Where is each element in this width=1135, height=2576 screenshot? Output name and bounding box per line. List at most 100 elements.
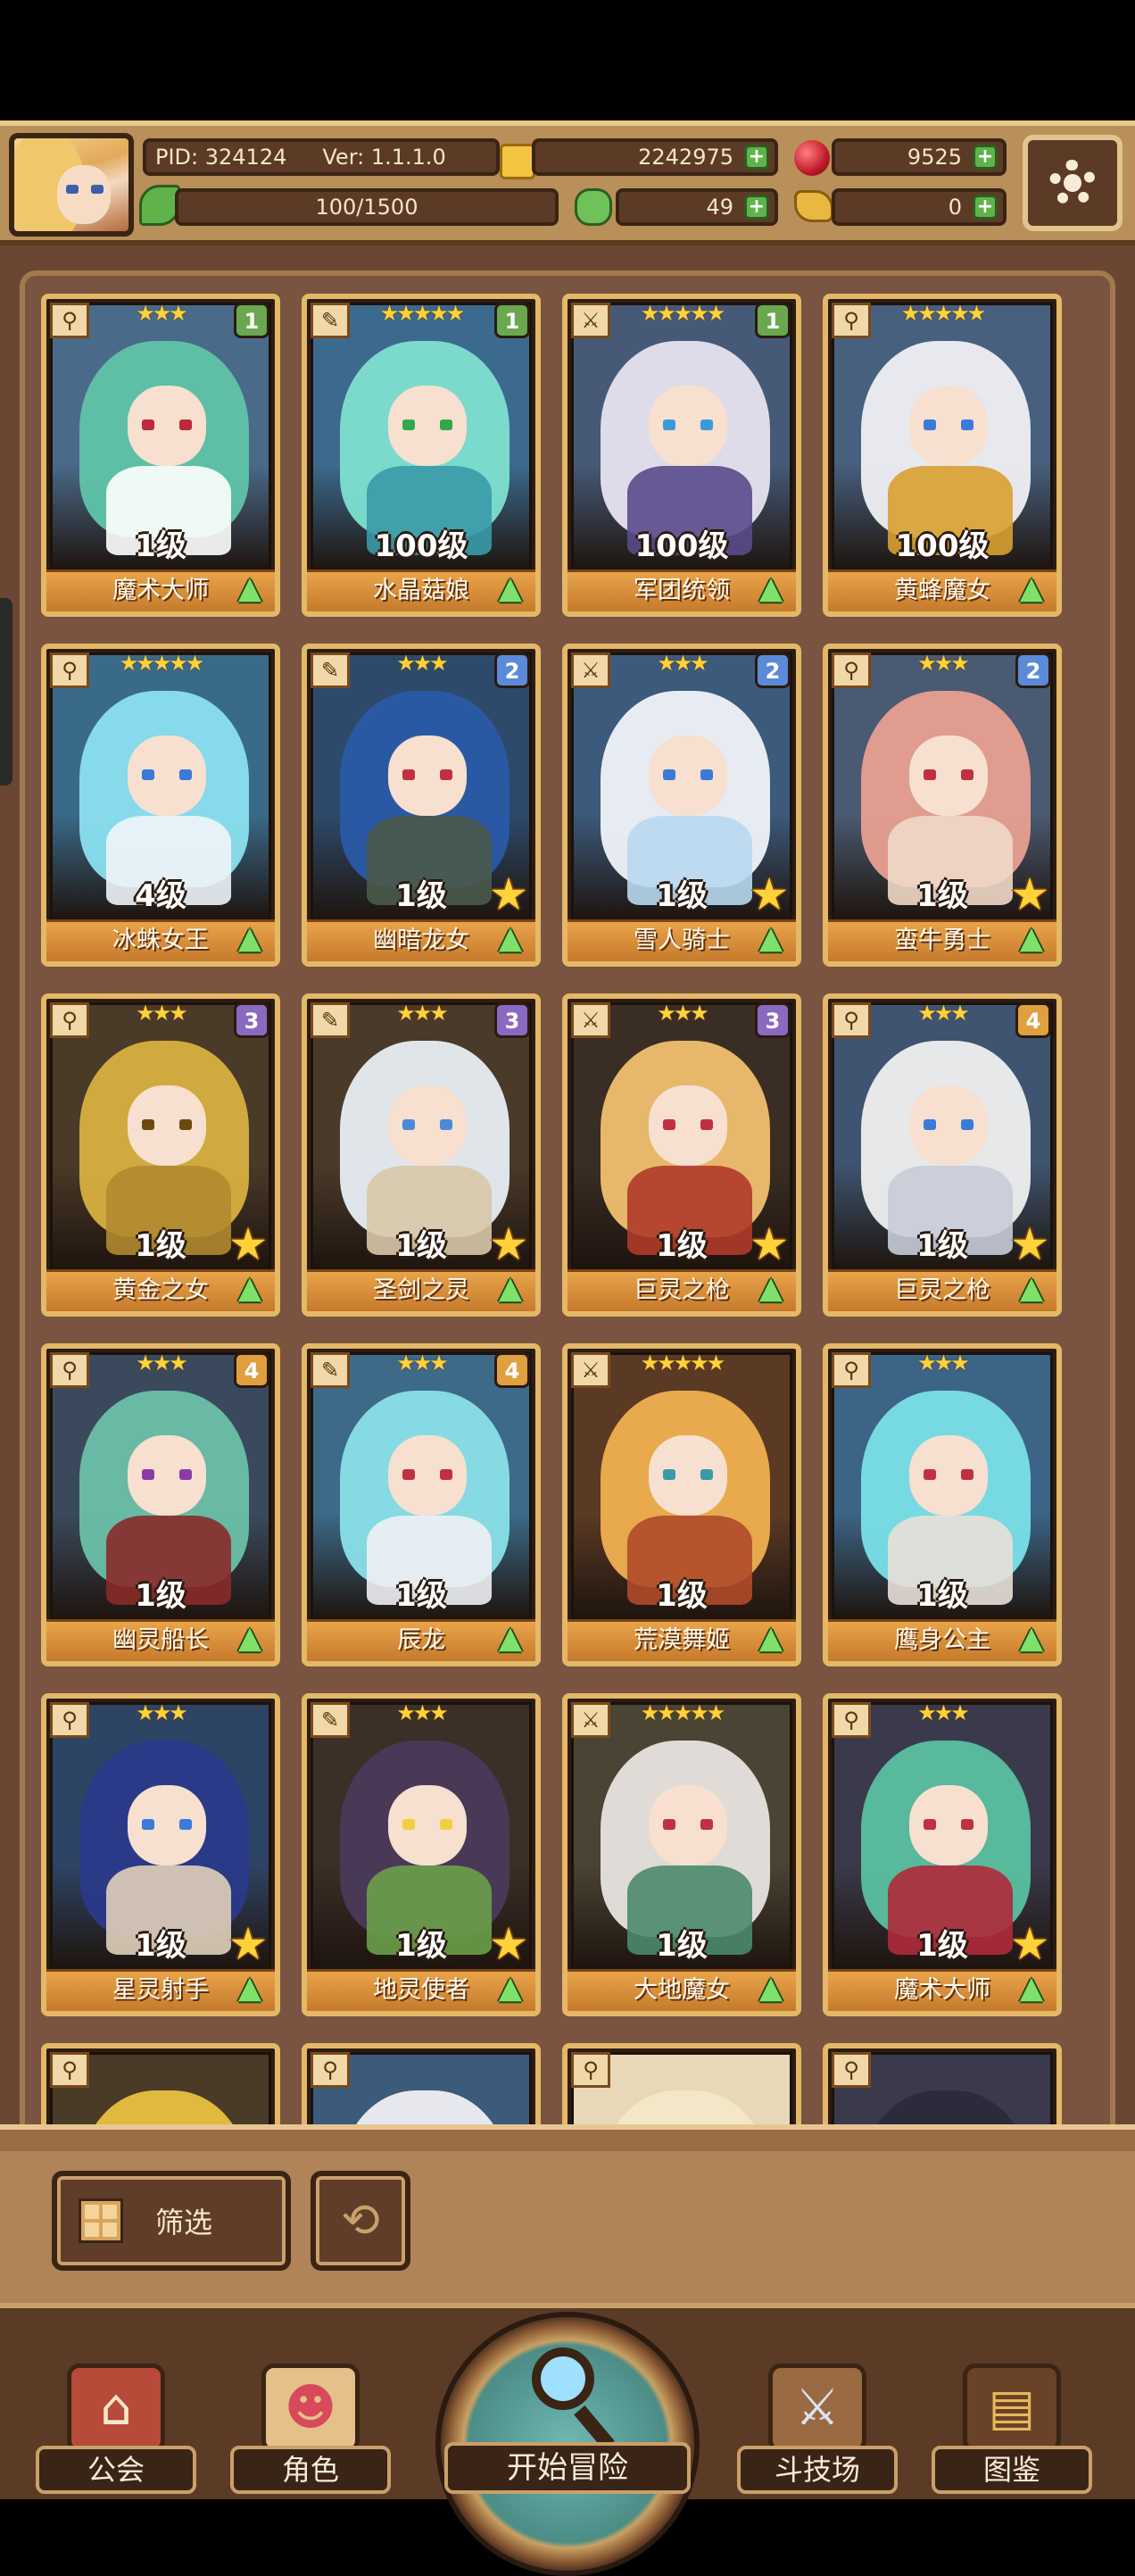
hero-card[interactable]: ✎ ★★★ ★ 1级 地灵使者 ▲ [302,1693,541,2016]
hero-card[interactable]: ⚲ ★★★ 3 ★ 1级 黄金之女 ▲ [41,993,280,1317]
hero-card[interactable]: ✎ ★★★ 2 ★ 1级 幽暗龙女 ▲ [302,644,541,967]
settings-button[interactable] [1023,135,1123,231]
upgrade-arrow-icon[interactable]: ▲ [230,570,269,610]
nav-arena[interactable]: ⚔ 斗技场 [737,2364,898,2494]
hero-card[interactable]: ⚲ ★★★ 1 1级 魔术大师 ▲ [41,294,280,617]
hero-card[interactable]: ⚲ ★★★ 4 1级 幽灵船长 ▲ [41,1343,280,1666]
refresh-button[interactable]: ⟲ [311,2171,410,2271]
upgrade-arrow-icon[interactable]: ▲ [1012,1970,1051,2009]
upgrade-arrow-icon[interactable]: ▲ [491,1970,530,2009]
crossed-swords-icon: ⚔ [768,2364,866,2453]
hero-level: 1级 [395,1578,447,1614]
upgrade-arrow-icon[interactable]: ▲ [230,1270,269,1309]
start-adventure-label: 开始冒险 [444,2442,691,2494]
hero-star-rating: ★★★ [136,1700,188,1725]
nav-heroes[interactable]: ☻ 角色 [230,2364,391,2494]
upgrade-arrow-icon[interactable]: ▲ [230,1970,269,2009]
hero-level: 1级 [916,1228,968,1264]
hero-card[interactable]: ⚔ ★★★ 3 ★ 1级 巨灵之枪 ▲ [562,993,801,1317]
game-version: Ver: 1.1.1.0 [322,145,446,170]
filter-button[interactable]: 筛选 [52,2171,291,2271]
hero-level: 1级 [395,1928,447,1964]
hero-star-rating: ★★★ [396,1700,449,1725]
nav-codex[interactable]: ▤ 图鉴 [932,2364,1092,2494]
grid-icon [79,2198,123,2243]
hero-level: 1级 [656,1578,708,1614]
add-key-button[interactable]: + [973,195,998,220]
player-avatar[interactable] [9,133,134,237]
hero-level: 1级 [135,1578,186,1614]
upgrade-arrow-icon[interactable]: ▲ [751,1620,791,1659]
magnifier-icon [532,2347,594,2410]
clover-amount: 49 [706,195,733,220]
hero-level: 1级 [656,1928,708,1964]
hero-card[interactable]: ⚲ ★★★ ★ 1级 星灵射手 ▲ [41,1693,280,2016]
rank-badge: 1 [494,303,530,338]
add-clover-button[interactable]: + [744,195,769,220]
upgrade-arrow-icon[interactable]: ▲ [491,920,530,960]
hero-level: 1级 [135,1228,186,1264]
start-adventure-button[interactable]: 开始冒险 [435,2312,700,2576]
upgrade-arrow-icon[interactable]: ▲ [230,920,269,960]
hero-grid: ⚲ ★★★ 1 1级 魔术大师 ▲ ✎ ★★★★★ 1 100级 水晶菇娘 ▲ ⚔ ★★★★★ 1 100级军… [20,270,1115,2366]
hero-card[interactable]: ⚔ ★★★★★ 1级 大地魔女 ▲ [562,1693,801,2016]
gear-icon [1049,160,1096,206]
upgrade-arrow-icon[interactable]: ▲ [751,570,791,610]
upgrade-arrow-icon[interactable]: ▲ [751,920,791,960]
hero-star-rating: ★★★ [917,1700,970,1725]
hero-card[interactable]: ⚲ ★★★ 4 ★ 1级 巨灵之枪 ▲ [823,993,1062,1317]
rank-badge: 1 [234,303,269,338]
hero-card[interactable]: ⚔ ★★★★★ 1级 荒漠舞姬 ▲ [562,1343,801,1666]
hero-card[interactable]: ⚲ ★★★ 1级 鹰身公主 ▲ [823,1343,1062,1666]
add-ruby-button[interactable]: + [973,145,998,170]
hero-level: 1级 [656,1228,708,1264]
hero-star-rating: ★★★★★ [640,1350,726,1375]
hero-star-rating: ★★★★★ [640,1700,726,1725]
key-amount: 0 [948,195,962,220]
upgrade-arrow-icon[interactable]: ▲ [1012,1270,1051,1309]
player-id: PID: 324124 [155,145,287,170]
upgrade-arrow-icon[interactable]: ▲ [1012,1620,1051,1659]
hero-card[interactable]: ⚔ ★★★ 2 ★ 1级 雪人骑士 ▲ [562,644,801,967]
hero-level: 1级 [395,1228,447,1264]
rank-badge: 4 [1015,1002,1051,1038]
hero-card[interactable]: ✎ ★★★★★ 1 100级 水晶菇娘 ▲ [302,294,541,617]
rank-badge: 2 [755,652,791,688]
gold-amount: 2242975 [638,145,733,170]
hero-card[interactable]: ⚲ ★★★★★ 100级 黄蜂魔女 ▲ [823,294,1062,617]
hero-level: 1级 [916,1578,968,1614]
energy-value: 100/1500 [315,195,418,220]
filter-bar: 筛选 ⟲ [0,2124,1135,2303]
upgrade-arrow-icon[interactable]: ▲ [1012,570,1051,610]
hero-panel: ⚲ ★★★ 1 1级 魔术大师 ▲ ✎ ★★★★★ 1 100级 水晶菇娘 ▲ ⚔ ★★★★★ 1 100级军… [0,245,1135,2366]
ruby-icon [794,140,830,176]
hero-level: 100级 [634,528,729,564]
upgrade-arrow-icon[interactable]: ▲ [751,1270,791,1309]
hero-card[interactable]: ✎ ★★★ 4 1级 辰龙 ▲ [302,1343,541,1666]
rank-badge: 3 [234,1002,269,1038]
hero-card[interactable]: ⚲ ★★★★★ 4级 冰蛛女王 ▲ [41,644,280,967]
upgrade-arrow-icon[interactable]: ▲ [230,1620,269,1659]
side-handle[interactable] [0,598,12,785]
nav-codex-label: 图鉴 [932,2446,1092,2494]
hero-card[interactable]: ⚔ ★★★★★ 1 100级 军团统领 ▲ [562,294,801,617]
hero-level: 1级 [916,1928,968,1964]
hero-card[interactable]: ⚲ ★★★ 2 ★ 1级 蛮牛勇士 ▲ [823,644,1062,967]
upgrade-arrow-icon[interactable]: ▲ [491,1620,530,1659]
weapon-type-icon: ⚲ [50,2052,89,2088]
hero-star-rating: ★★★★★ [900,301,987,326]
hero-star-rating: ★★★★★ [119,651,205,676]
weapon-type-icon: ⚲ [311,2052,350,2088]
hero-level: 1级 [395,878,447,914]
hero-card[interactable]: ⚲ ★★★ ★ 1级 魔术大师 ▲ [823,1693,1062,2016]
ruby-amount: 9525 [907,145,962,170]
upgrade-arrow-icon[interactable]: ▲ [491,1270,530,1309]
upgrade-arrow-icon[interactable]: ▲ [751,1970,791,2009]
upgrade-arrow-icon[interactable]: ▲ [1012,920,1051,960]
add-gold-button[interactable]: + [744,145,769,170]
rank-badge: 3 [755,1002,791,1038]
top-status-bar: PID: 324124 Ver: 1.1.1.0 2242975 + 9525 … [0,120,1135,245]
nav-guild[interactable]: ⌂ 公会 [36,2364,196,2494]
upgrade-arrow-icon[interactable]: ▲ [491,570,530,610]
hero-card[interactable]: ✎ ★★★ 3 ★ 1级 圣剑之灵 ▲ [302,993,541,1317]
